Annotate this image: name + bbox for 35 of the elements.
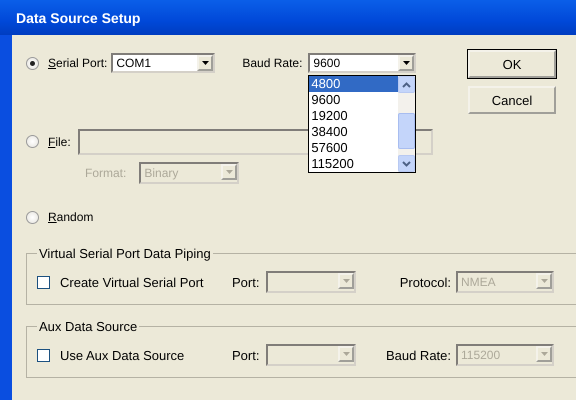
list-item[interactable]: 19200 xyxy=(309,108,398,124)
caret-icon xyxy=(342,279,350,283)
caret-icon xyxy=(540,279,548,283)
radio-button[interactable] xyxy=(26,210,39,224)
radio-label: Serial Port: xyxy=(48,56,108,70)
window-title: Data Source Setup xyxy=(16,10,140,26)
port-label: Port: xyxy=(232,274,260,290)
list-item[interactable]: 4800 xyxy=(309,76,398,92)
caret-icon xyxy=(226,170,233,174)
radio-label: Random xyxy=(48,210,94,224)
chevron-down-icon xyxy=(402,160,412,166)
field-label: Protocol: xyxy=(398,274,451,290)
chevron-up-icon xyxy=(402,82,412,88)
field-label: Baud Rate: xyxy=(384,348,451,362)
format-label: Format: xyxy=(85,166,126,180)
caret-icon xyxy=(202,61,209,65)
list-item[interactable]: 9600 xyxy=(309,92,398,108)
checkbox-label: Create Virtual Serial Port xyxy=(60,274,205,290)
checkbox-label: Use Aux Data Source xyxy=(60,348,186,362)
group-title: Aux Data Source xyxy=(37,319,140,334)
caret-icon xyxy=(540,352,548,356)
baud-rate-label: Baud Rate: xyxy=(242,56,302,70)
caret-icon xyxy=(402,61,410,65)
port-dropdown[interactable]: COM1 xyxy=(111,53,216,73)
dialog-button[interactable]: OK xyxy=(468,50,556,78)
radio-button[interactable] xyxy=(26,56,39,70)
dialog-button[interactable]: Cancel xyxy=(468,86,556,114)
list-item[interactable]: 57600 xyxy=(309,140,398,156)
list-item[interactable]: 38400 xyxy=(309,124,398,140)
list-item[interactable]: 115200 xyxy=(309,156,398,172)
caret-icon xyxy=(342,352,350,356)
group-title: Virtual Serial Port Data Piping xyxy=(37,246,213,261)
scrollbar[interactable] xyxy=(398,76,416,172)
radio-label: File: xyxy=(48,134,71,148)
port-label: Port: xyxy=(232,348,260,362)
